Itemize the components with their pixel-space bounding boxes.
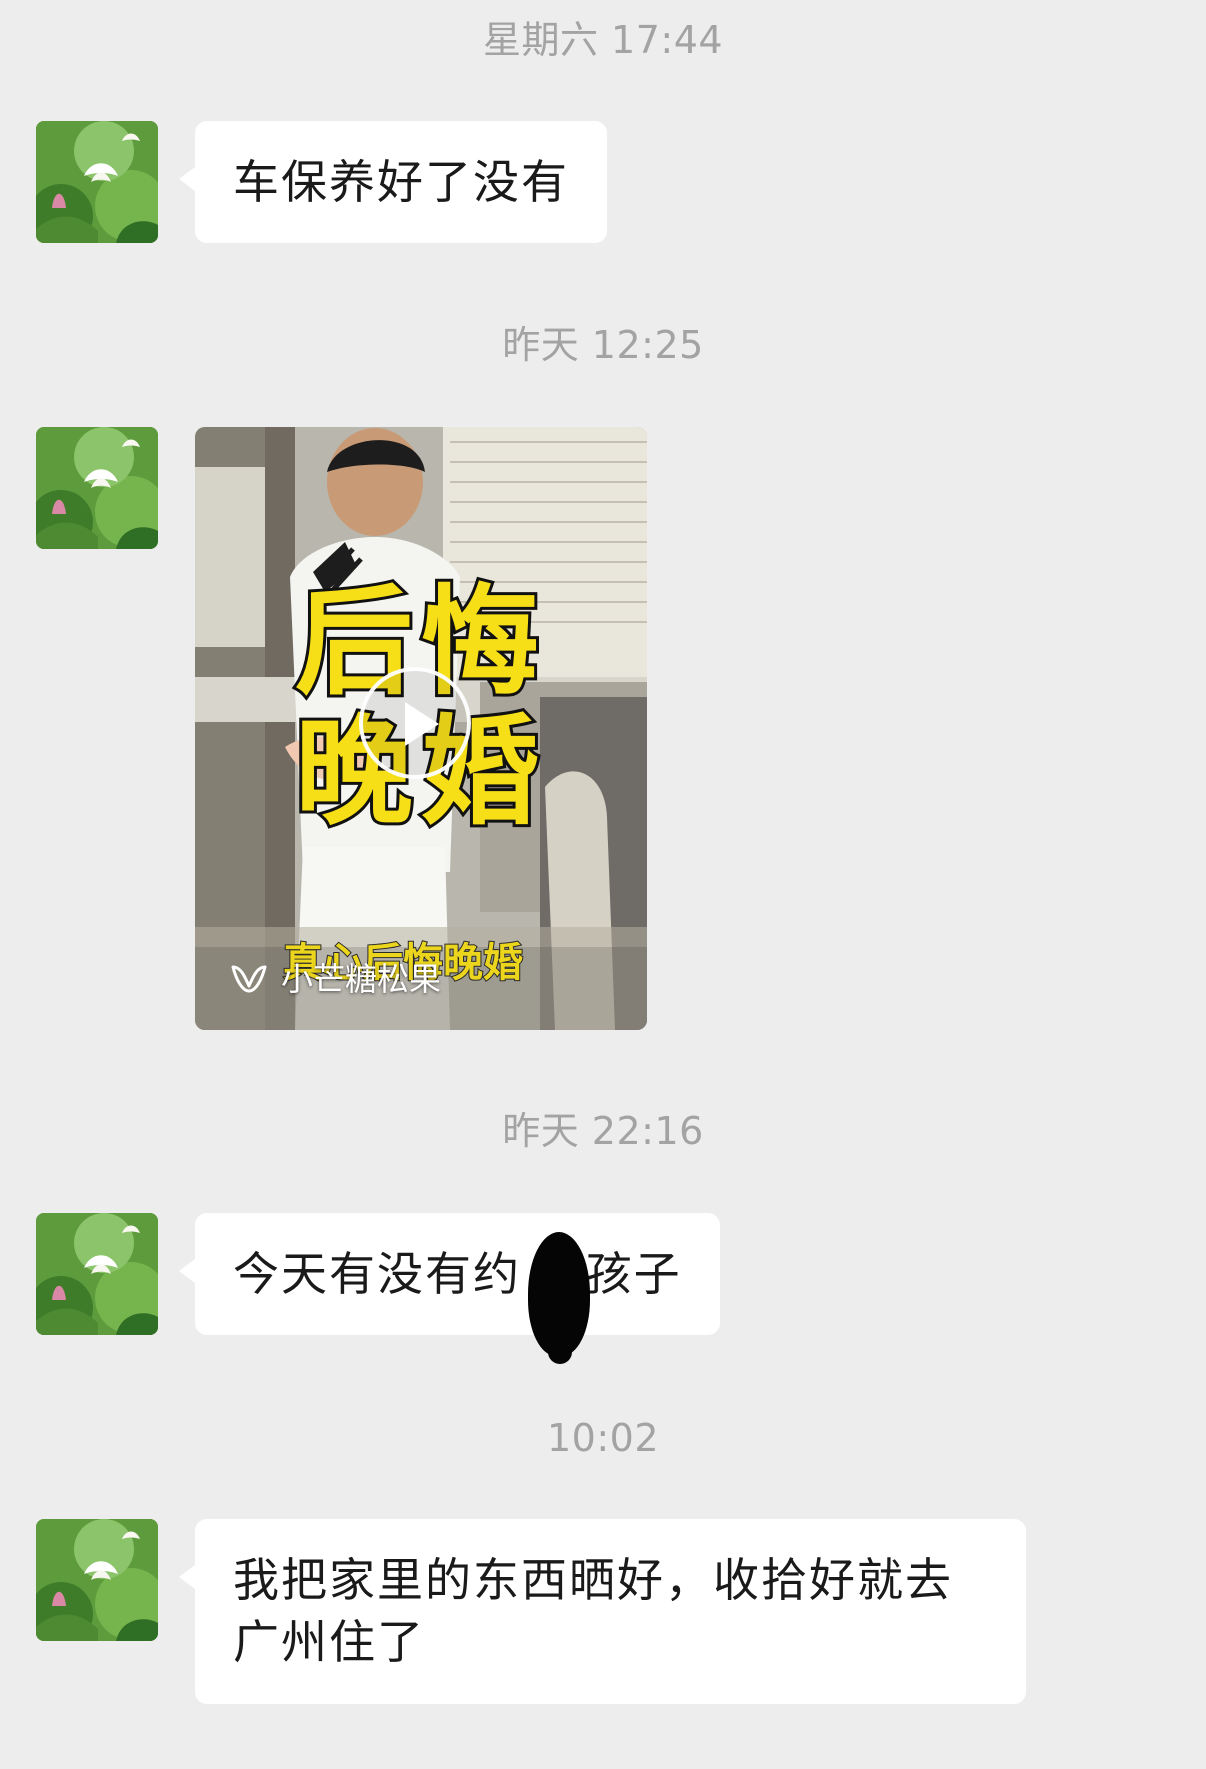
message-bubble[interactable]: 我把家里的东西晒好，收拾好就去 广州住了 — [179, 1519, 1026, 1704]
message-text: 今天有没有约 女孩子 — [233, 1247, 682, 1301]
message-timestamp: 星期六 17:44 — [482, 18, 724, 62]
redaction-mark — [528, 1232, 590, 1364]
message-text-line: 我把家里的东西晒好，收拾好就去 — [233, 1553, 953, 1607]
contact-avatar[interactable] — [36, 1213, 158, 1335]
mango-logo-icon — [231, 965, 267, 993]
message-text: 车保养好了没有 — [233, 155, 569, 209]
message-timestamp: 昨天 12:25 — [502, 323, 704, 367]
message-timestamp: 昨天 22:16 — [502, 1109, 704, 1153]
video-message-card[interactable]: 后悔 晚婚 真心后悔晚婚 小芒糖松果 — [195, 427, 647, 1030]
contact-avatar[interactable] — [36, 1519, 158, 1641]
lotus-avatar-icon — [36, 1519, 158, 1641]
play-icon[interactable] — [359, 667, 471, 779]
message-timestamp: 10:02 — [546, 1416, 659, 1460]
lotus-avatar-icon — [36, 1213, 158, 1335]
message-text-line: 广州住了 — [233, 1615, 425, 1669]
contact-avatar[interactable] — [36, 427, 158, 549]
contact-avatar[interactable] — [36, 121, 158, 243]
message-bubble[interactable]: 车保养好了没有 — [179, 121, 607, 243]
lotus-avatar-icon — [36, 121, 158, 243]
video-source: 小芒糖松果 — [229, 959, 441, 999]
message-bubble[interactable]: 今天有没有约 女孩子 — [179, 1213, 720, 1335]
lotus-avatar-icon — [36, 427, 158, 549]
video-source-name: 小芒糖松果 — [281, 960, 442, 998]
